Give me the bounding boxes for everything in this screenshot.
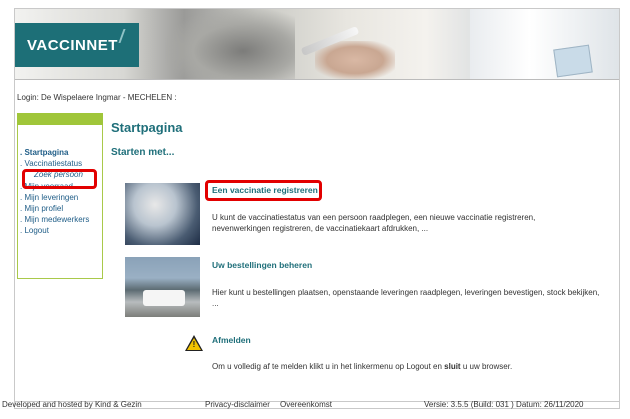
sidebar-item-startpagina[interactable]: . Startpagina bbox=[20, 147, 89, 158]
footer-agreement-link[interactable]: Overeenkomst bbox=[280, 400, 332, 409]
logo-mark-icon bbox=[118, 29, 138, 43]
header-divider bbox=[15, 79, 619, 80]
sidebar: . Startpagina . Vaccinatiestatus Zoek pe… bbox=[17, 113, 103, 279]
van-shape bbox=[143, 290, 185, 306]
sidebar-item-logout[interactable]: . Logout bbox=[20, 225, 89, 236]
highlight-zoek-persoon bbox=[22, 169, 97, 189]
link-afmelden[interactable]: Afmelden bbox=[212, 335, 251, 345]
footer-privacy-link[interactable]: Privacy-disclaimer bbox=[205, 400, 270, 409]
banner-photo-hand bbox=[315, 41, 395, 79]
footer-version: Versie: 3.5.5 (Build: 031 ) Datum: 26/11… bbox=[424, 400, 584, 409]
vaccinnet-logo[interactable]: VACCINNET bbox=[15, 23, 139, 67]
header-banner: VACCINNET bbox=[15, 9, 619, 79]
afmelden-description: Om u volledig af te melden klikt u in he… bbox=[212, 361, 602, 372]
page-subtitle: Starten met... bbox=[111, 147, 175, 158]
sidebar-item-mijn-medewerkers[interactable]: . Mijn medewerkers bbox=[20, 214, 89, 225]
page-frame: VACCINNET Login: De Wispelaere Ingmar - … bbox=[14, 8, 620, 409]
delivery-van-photo bbox=[125, 257, 200, 317]
footer-hosted: Developed and hosted by Kind & Gezin bbox=[2, 400, 142, 409]
sidebar-item-vaccinatiestatus[interactable]: . Vaccinatiestatus bbox=[20, 158, 89, 169]
sidebar-item-mijn-leveringen[interactable]: . Mijn leveringen bbox=[20, 192, 89, 203]
page-title: Startpagina bbox=[111, 120, 183, 135]
vaccinatie-description: U kunt de vaccinatiestatus van een perso… bbox=[212, 213, 536, 233]
afmelden-text-bold: sluit bbox=[444, 362, 461, 371]
afmelden-text-pre: Om u volledig af te melden klikt u in he… bbox=[212, 362, 445, 371]
bestellingen-description: Hier kunt u bestellingen plaatsen, opens… bbox=[212, 288, 600, 308]
banner-photo-coat bbox=[470, 9, 619, 79]
login-info: Login: De Wispelaere Ingmar - MECHELEN : bbox=[17, 93, 177, 102]
link-bestellingen-beheren[interactable]: Uw bestellingen beheren bbox=[212, 260, 312, 270]
doctor-syringe-photo bbox=[125, 183, 200, 245]
afmelden-text-post: u uw browser. bbox=[460, 362, 513, 371]
banner-photo-arm bbox=[165, 9, 295, 79]
banner-photo-badge bbox=[553, 44, 593, 78]
sidebar-top-bar bbox=[17, 113, 103, 125]
logo-text: VACCINNET bbox=[27, 37, 118, 54]
sidebar-item-mijn-profiel[interactable]: . Mijn profiel bbox=[20, 203, 89, 214]
warning-icon-mark: ! bbox=[192, 340, 196, 349]
highlight-vaccinatie-registreren bbox=[205, 180, 322, 201]
sidebar-menu: . Startpagina . Vaccinatiestatus Zoek pe… bbox=[20, 147, 89, 237]
